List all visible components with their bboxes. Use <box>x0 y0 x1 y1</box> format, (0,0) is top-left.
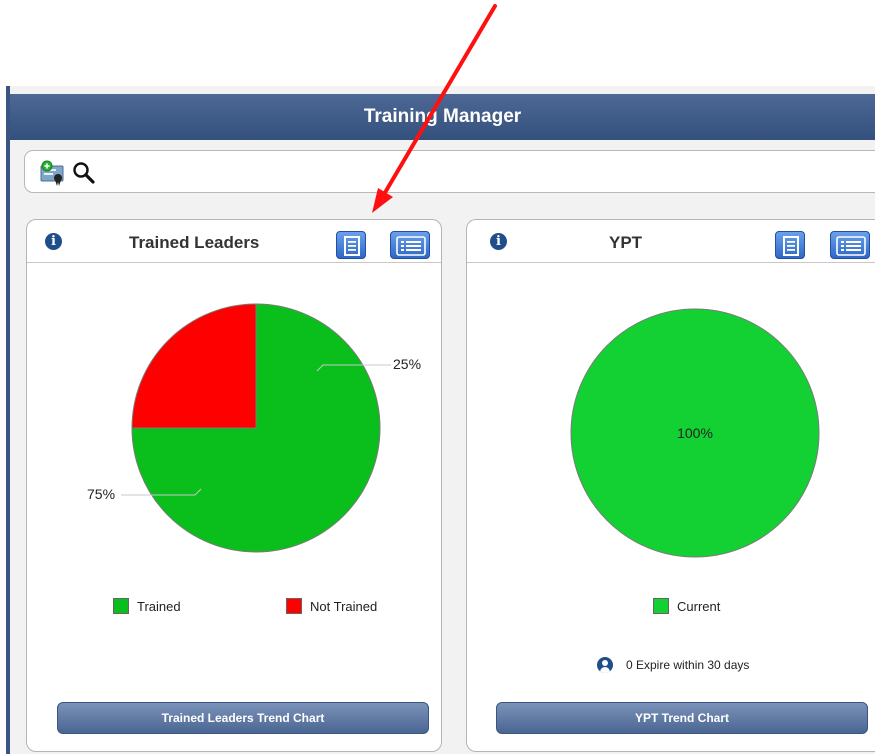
legend-swatch-trained <box>113 598 129 614</box>
legend-current: Current <box>653 598 720 614</box>
ypt-pie-chart: 100% <box>570 308 820 558</box>
toolbar <box>24 150 875 193</box>
app-left-edge <box>6 86 10 754</box>
legend-swatch-not-trained <box>286 598 302 614</box>
panel-header: i YPT <box>467 220 875 263</box>
document-icon <box>344 236 360 256</box>
info-icon[interactable]: i <box>45 233 62 250</box>
document-icon <box>783 236 799 256</box>
panel-title: Trained Leaders <box>129 233 260 252</box>
panel-header: i Trained Leaders <box>27 220 441 263</box>
trained-leaders-pie-chart: 25% 75% <box>87 303 421 553</box>
expire-text: 0 Expire within 30 days <box>626 658 750 672</box>
data-label: 25% <box>393 356 421 372</box>
titlebar-top-strip <box>10 86 875 94</box>
search-icon[interactable] <box>71 160 97 186</box>
trained-leaders-trend-chart-button[interactable]: Trained Leaders Trend Chart <box>57 702 429 734</box>
pie-slice-not-trained[interactable] <box>131 303 257 429</box>
person-icon <box>597 657 613 673</box>
trained-leaders-panel: i Trained Leaders 25% 75% Trained Not Tr… <box>26 219 442 752</box>
info-icon[interactable]: i <box>490 233 507 250</box>
data-label: 100% <box>677 425 713 441</box>
legend-label-current: Current <box>677 598 721 614</box>
ypt-panel: i YPT 100% Current 0 Expire within 30 da… <box>466 219 875 752</box>
legend-swatch-current <box>653 598 669 614</box>
training-manager-app: Training Manager i Trained Leaders 25% 7… <box>6 86 875 754</box>
certificate-add-icon[interactable] <box>39 160 65 186</box>
detail-report-button[interactable] <box>336 231 366 259</box>
page-title: Training Manager <box>10 94 875 140</box>
detail-report-button[interactable] <box>775 231 805 259</box>
legend-trained: Trained <box>113 598 181 614</box>
legend-label-not-trained: Not Trained <box>310 598 378 614</box>
panel-title: YPT <box>609 233 643 252</box>
list-view-button[interactable] <box>830 231 870 259</box>
list-view-button[interactable] <box>390 231 430 259</box>
legend-not-trained: Not Trained <box>286 598 377 614</box>
ypt-trend-chart-button[interactable]: YPT Trend Chart <box>496 702 868 734</box>
list-icon <box>836 236 866 256</box>
list-icon <box>396 236 426 256</box>
legend-label-trained: Trained <box>137 598 181 614</box>
expire-summary: 0 Expire within 30 days <box>597 657 749 673</box>
data-label: 75% <box>87 486 115 502</box>
